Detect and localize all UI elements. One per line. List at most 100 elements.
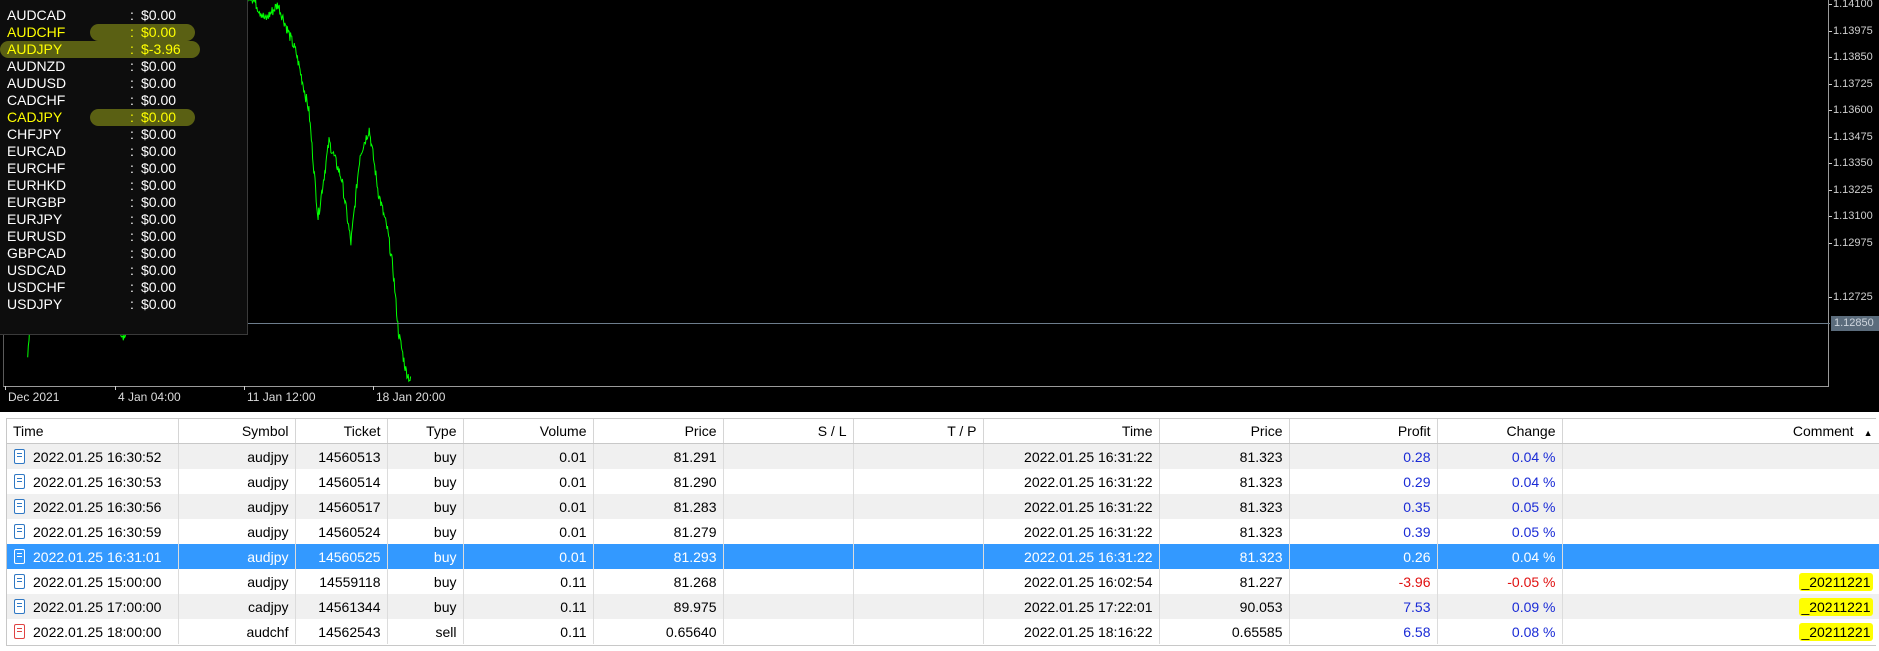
symbol-profit-value: $0.00 bbox=[141, 296, 177, 312]
comment-cell bbox=[1562, 519, 1879, 544]
column-header-profit[interactable]: Profit bbox=[1289, 419, 1438, 444]
column-header-close-time[interactable]: Time bbox=[983, 419, 1160, 444]
comment-cell: _20211221 bbox=[1562, 619, 1879, 644]
close-time-cell-text: 2022.01.25 16:02:54 bbox=[1024, 573, 1153, 590]
symbol-row-audjpy: AUDJPY: $-3.96 bbox=[0, 41, 247, 58]
symbol-cell-text: audjpy bbox=[247, 498, 289, 515]
ticket-cell: 14559118 bbox=[295, 569, 388, 594]
change-cell: 0.08 % bbox=[1437, 619, 1563, 644]
profit-cell-text: -3.96 bbox=[1398, 573, 1431, 590]
column-header-open-time[interactable]: Time bbox=[7, 419, 179, 444]
close-time-cell: 2022.01.25 16:31:22 bbox=[983, 494, 1160, 519]
open-price-cell-text: 81.283 bbox=[673, 498, 717, 515]
open-price-cell: 81.293 bbox=[593, 544, 724, 569]
close-price-cell: 81.323 bbox=[1159, 519, 1290, 544]
open-time-cell: 2022.01.25 16:31:01 bbox=[7, 544, 179, 569]
ticket-cell: 14560513 bbox=[295, 443, 388, 469]
column-header-volume[interactable]: Volume bbox=[463, 419, 594, 444]
comment-cell bbox=[1562, 544, 1879, 569]
comment-cell-text: _20211221 bbox=[1799, 572, 1873, 591]
open-price-cell-text: 81.293 bbox=[673, 548, 717, 565]
comment-cell: _20211221 bbox=[1562, 594, 1879, 619]
symbol-profit-value: $0.00 bbox=[141, 245, 177, 261]
symbol-row-audcad: AUDCAD: $0.00 bbox=[0, 7, 247, 24]
column-header-comment[interactable]: Comment ▲ bbox=[1562, 419, 1879, 444]
table-row[interactable]: 2022.01.25 16:30:53 audjpy 14560514 buy 0.01… bbox=[7, 469, 1879, 494]
price-axis-tick: 1.13475 bbox=[1829, 131, 1873, 143]
close-time-cell: 2022.01.25 16:31:22 bbox=[983, 469, 1160, 494]
close-time-cell: 2022.01.25 18:16:22 bbox=[983, 619, 1160, 644]
column-header-close-price[interactable]: Price bbox=[1159, 419, 1290, 444]
volume-cell: 0.11 bbox=[463, 619, 594, 644]
comment-cell bbox=[1562, 494, 1879, 519]
ticket-cell: 14560514 bbox=[295, 469, 388, 494]
separator: : bbox=[130, 41, 134, 57]
document-buy-icon bbox=[14, 598, 25, 614]
open-time-cell-text: 2022.01.25 16:30:52 bbox=[33, 448, 162, 465]
close-price-cell: 0.65585 bbox=[1159, 619, 1290, 644]
change-cell: 0.04 % bbox=[1437, 469, 1563, 494]
symbol-profit-value: $0.00 bbox=[141, 58, 177, 74]
ticket-cell: 14561344 bbox=[295, 594, 388, 619]
document-sell-icon bbox=[14, 623, 25, 639]
column-header-price[interactable]: Price bbox=[593, 419, 724, 444]
profit-cell-text: 0.26 bbox=[1403, 548, 1431, 565]
close-price-cell: 90.053 bbox=[1159, 594, 1290, 619]
price-axis-tick: 1.13100 bbox=[1829, 210, 1873, 222]
column-header-ticket[interactable]: Ticket bbox=[295, 419, 388, 444]
column-header-take-profit[interactable]: T / P bbox=[853, 419, 984, 444]
table-row[interactable]: 2022.01.25 16:30:52 audjpy 14560513 buy 0.01… bbox=[7, 443, 1879, 469]
symbol-row-usdchf: USDCHF: $0.00 bbox=[0, 279, 247, 296]
symbol-name: CADJPY bbox=[7, 109, 63, 125]
symbol-cell: audjpy bbox=[178, 443, 296, 469]
separator: : bbox=[130, 143, 134, 159]
profit-cell-text: 7.53 bbox=[1403, 598, 1431, 615]
symbol-cell: cadjpy bbox=[178, 594, 296, 619]
column-header-type[interactable]: Type bbox=[387, 419, 464, 444]
stop-loss-cell bbox=[723, 569, 854, 594]
symbol-row-eurgbp: EURGBP: $0.00 bbox=[0, 194, 247, 211]
symbol-cell-text: audjpy bbox=[247, 473, 289, 490]
column-header-stop-loss[interactable]: S / L bbox=[723, 419, 854, 444]
symbol-row-chfjpy: CHFJPY: $0.00 bbox=[0, 126, 247, 143]
change-cell-text: 0.05 % bbox=[1511, 498, 1556, 515]
take-profit-cell bbox=[853, 594, 984, 619]
open-time-cell-text: 2022.01.25 18:00:00 bbox=[33, 623, 162, 640]
symbol-profit-panel: AUDCAD: $0.00 AUDCHF: $0.00 AUDJPY: $-3.96 AUD… bbox=[0, 0, 248, 335]
symbol-row-audusd: AUDUSD: $0.00 bbox=[0, 75, 247, 92]
open-time-cell-text: 2022.01.25 16:30:53 bbox=[33, 473, 162, 490]
separator: : bbox=[130, 245, 134, 261]
profit-cell: 0.26 bbox=[1289, 544, 1438, 569]
ticket-cell-text: 14560514 bbox=[318, 473, 381, 490]
symbol-name: AUDCAD bbox=[7, 7, 67, 23]
symbol-row-usdcad: USDCAD: $0.00 bbox=[0, 262, 247, 279]
separator: : bbox=[130, 279, 134, 295]
symbol-profit-value: $0.00 bbox=[141, 75, 177, 91]
separator: : bbox=[130, 24, 134, 40]
document-buy-icon bbox=[14, 473, 25, 489]
separator: : bbox=[130, 58, 134, 74]
open-price-cell: 0.65640 bbox=[593, 619, 724, 644]
column-header-symbol[interactable]: Symbol bbox=[178, 419, 296, 444]
table-row[interactable]: 2022.01.25 18:00:00 audchf 14562543 sell 0.1… bbox=[7, 619, 1879, 644]
table-row[interactable]: 2022.01.25 16:30:59 audjpy 14560524 buy 0.01… bbox=[7, 519, 1879, 544]
price-chart[interactable]: 1.14100 1.13975 1.13850 1.13725 1.13600 1.134… bbox=[0, 0, 1879, 412]
volume-cell-text: 0.01 bbox=[559, 523, 587, 540]
column-header-change[interactable]: Change bbox=[1437, 419, 1563, 444]
symbol-cell: audjpy bbox=[178, 569, 296, 594]
price-axis-tick: 1.13725 bbox=[1829, 78, 1873, 90]
volume-cell-text: 0.01 bbox=[559, 473, 587, 490]
ticket-cell-text: 14560524 bbox=[318, 523, 381, 540]
trade-history-table[interactable]: Time Symbol Ticket Type Volume Price S /… bbox=[6, 418, 1879, 646]
price-axis-tick: 1.13350 bbox=[1829, 157, 1873, 169]
table-row[interactable]: 2022.01.25 17:00:00 cadjpy 14561344 buy 0.11… bbox=[7, 594, 1879, 619]
volume-cell-text: 0.01 bbox=[559, 498, 587, 515]
profit-cell: 0.28 bbox=[1289, 443, 1438, 469]
comment-cell bbox=[1562, 469, 1879, 494]
profit-cell-text: 0.29 bbox=[1403, 473, 1431, 490]
symbol-cell-text: audjpy bbox=[247, 573, 289, 590]
table-row[interactable]: 2022.01.25 16:31:01 audjpy 14560525 buy 0.01… bbox=[7, 544, 1879, 569]
volume-cell: 0.01 bbox=[463, 469, 594, 494]
table-row[interactable]: 2022.01.25 16:30:56 audjpy 14560517 buy 0.01… bbox=[7, 494, 1879, 519]
table-row[interactable]: 2022.01.25 15:00:00 audjpy 14559118 buy 0.11… bbox=[7, 569, 1879, 594]
